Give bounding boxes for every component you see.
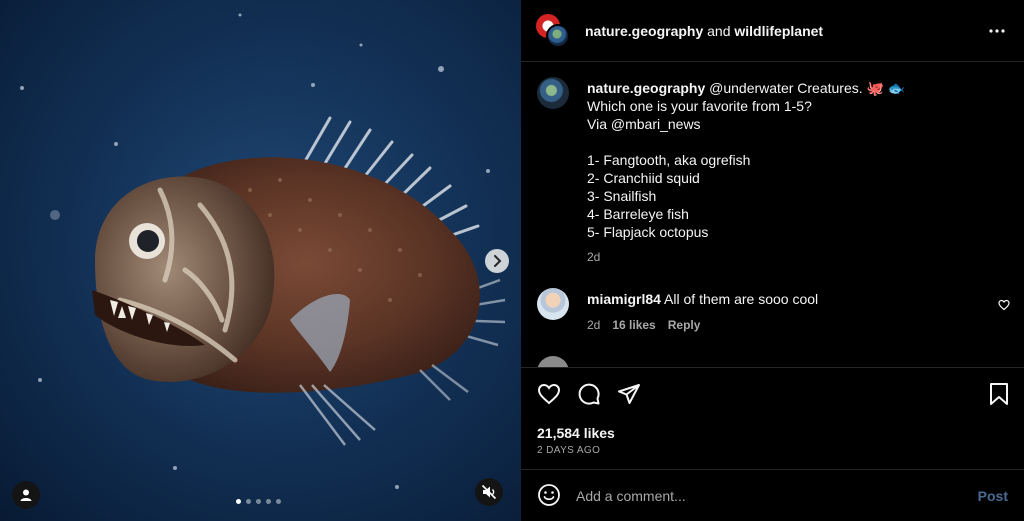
caption-line: 3- Snailfish — [587, 188, 657, 204]
author-username-link[interactable]: nature.geography — [585, 23, 703, 39]
caption-line: Which one is your favorite from 1-5? — [587, 98, 812, 114]
paper-plane-icon — [618, 384, 640, 404]
mute-button[interactable] — [475, 478, 503, 506]
like-button[interactable] — [537, 382, 561, 411]
heart-icon — [537, 383, 561, 405]
post-caption: nature.geography @underwater Creatures. … — [587, 79, 1007, 241]
speaker-muted-icon — [481, 484, 497, 500]
comment-like-button[interactable] — [998, 298, 1010, 316]
caption-text: @underwater Creatures. 🐙 🐟 — [705, 80, 906, 96]
caption-username-link[interactable]: nature.geography — [587, 80, 705, 96]
post-comment-button[interactable]: Post — [978, 488, 1008, 504]
comment-text: miamigrl84 All of them are sooo cool — [587, 291, 818, 307]
caption-line: 2- Cranchiid squid — [587, 170, 700, 186]
like-count[interactable]: 21,584 likes — [537, 425, 615, 441]
caption-line — [587, 133, 1007, 151]
user-icon — [20, 489, 32, 501]
avatar[interactable] — [537, 356, 569, 367]
post-side-panel: nature.geography and wildlifeplanet natu… — [521, 0, 1024, 521]
comment-timestamp[interactable]: 2d — [587, 318, 600, 332]
post-actions: 21,584 likes 2 DAYS AGO — [521, 367, 1024, 469]
comment-username-link[interactable]: miamigrl84 — [587, 291, 661, 307]
caption-line: 4- Barreleye fish — [587, 206, 689, 222]
heart-icon — [998, 299, 1010, 311]
comment-button[interactable] — [577, 382, 601, 411]
comment-body: All of them are sooo cool — [660, 291, 819, 307]
tagged-users-button[interactable] — [12, 481, 40, 509]
authors-joiner: and — [703, 23, 735, 39]
post-authors: nature.geography and wildlifeplanet — [585, 23, 823, 39]
avatar — [546, 24, 570, 48]
caption-timestamp[interactable]: 2d — [587, 250, 600, 264]
comments-section: nature.geography @underwater Creatures. … — [521, 62, 1024, 367]
bookmark-icon — [990, 383, 1008, 405]
more-options-button[interactable] — [988, 22, 1006, 45]
post-header: nature.geography and wildlifeplanet — [521, 0, 1024, 62]
carousel-dot — [256, 499, 261, 504]
collab-avatars[interactable] — [536, 14, 570, 48]
next-media-button[interactable] — [485, 249, 509, 273]
caption-line: 1- Fangtooth, aka ogrefish — [587, 152, 751, 168]
post-timestamp: 2 DAYS AGO — [537, 445, 601, 456]
reply-button[interactable]: Reply — [668, 318, 701, 332]
comment-likes-link[interactable]: 16 likes — [612, 318, 655, 332]
fish-photo — [0, 0, 521, 521]
caption-line: Via @mbari_news — [587, 116, 701, 132]
smiley-icon — [538, 484, 560, 506]
comment-input[interactable] — [576, 484, 956, 508]
share-button[interactable] — [617, 382, 641, 411]
emoji-picker-button[interactable] — [537, 483, 561, 512]
caption-first-line: nature.geography @underwater Creatures. … — [587, 79, 1007, 97]
comment-meta: 2d 16 likes Reply — [587, 318, 700, 332]
avatar[interactable] — [537, 77, 569, 109]
comment-composer: Post — [521, 469, 1024, 521]
carousel-dot — [266, 499, 271, 504]
save-button[interactable] — [988, 382, 1010, 411]
caption-line: 5- Flapjack octopus — [587, 224, 709, 240]
ellipsis-icon — [989, 29, 1005, 33]
coauthor-username-link[interactable]: wildlifeplanet — [734, 23, 823, 39]
comment-icon — [578, 383, 600, 405]
post-media — [0, 0, 521, 521]
carousel-dot — [276, 499, 281, 504]
avatar[interactable] — [537, 288, 569, 320]
chevron-right-icon — [494, 255, 502, 267]
carousel-dot — [236, 499, 241, 504]
carousel-dot — [246, 499, 251, 504]
carousel-indicator — [236, 499, 281, 504]
